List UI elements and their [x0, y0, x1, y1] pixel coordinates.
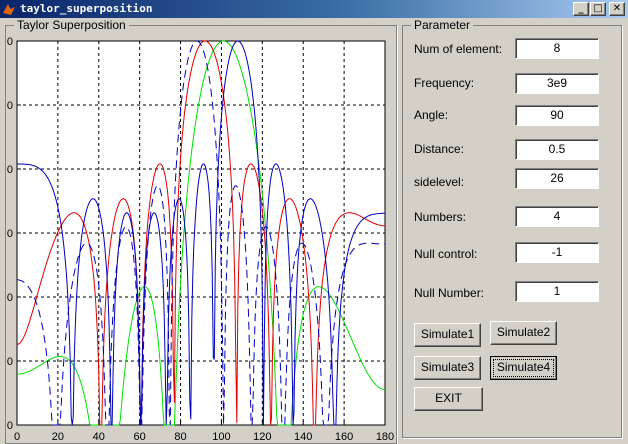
x-tick-labels: 0 20 40 60 80 100 120 140 160 180: [14, 431, 394, 443]
angle-label: Angle:: [414, 108, 449, 122]
x-tick-label: 140: [294, 431, 312, 443]
x-tick-label: 20: [52, 431, 64, 443]
x-tick-label: 60: [134, 431, 146, 443]
x-tick-label: 160: [335, 431, 353, 443]
y-tick-label: 0: [7, 292, 13, 304]
x-tick-label: 120: [253, 431, 271, 443]
num-elements-field[interactable]: 8: [515, 38, 599, 59]
x-tick-label: 180: [376, 431, 394, 443]
x-tick-label: 0: [14, 431, 20, 443]
y-tick-labels: 0 0 0 0 0 0 0: [7, 36, 13, 432]
null-number-field[interactable]: 1: [515, 281, 599, 302]
simulate2-button[interactable]: Simulate2: [490, 321, 557, 345]
y-tick-label: 0: [7, 36, 13, 48]
parameter-panel-title: Parameter: [414, 18, 471, 32]
y-tick-label: 0: [7, 228, 13, 240]
numbers-field[interactable]: 4: [515, 206, 599, 227]
y-tick-label: 0: [7, 164, 13, 176]
x-tick-label: 100: [212, 431, 230, 443]
frequency-label: Frequency:: [414, 76, 475, 90]
angle-field[interactable]: 90: [515, 105, 599, 126]
x-tick-label: 80: [174, 431, 186, 443]
distance-field[interactable]: 0.5: [515, 139, 599, 160]
frequency-field[interactable]: 3e9: [515, 73, 599, 94]
simulate3-button[interactable]: Simulate3: [414, 356, 481, 380]
y-tick-label: 0: [7, 420, 13, 432]
y-tick-label: 0: [7, 356, 13, 368]
exit-button[interactable]: EXIT: [414, 387, 483, 411]
simulate1-button[interactable]: Simulate1: [414, 323, 481, 347]
num-elements-label: Num of element:: [414, 42, 503, 56]
simulate4-button[interactable]: Simulate4: [490, 356, 557, 380]
sidelevel-label: sidelevel:: [414, 175, 465, 189]
null-number-label: Null Number:: [414, 286, 485, 300]
null-control-field[interactable]: -1: [515, 242, 599, 263]
y-tick-label: 0: [7, 100, 13, 112]
numbers-label: Numbers:: [414, 210, 467, 224]
distance-label: Distance:: [414, 142, 465, 156]
sidelevel-field[interactable]: 26: [515, 168, 599, 189]
x-tick-label: 40: [93, 431, 105, 443]
null-control-label: Null control:: [414, 247, 478, 261]
